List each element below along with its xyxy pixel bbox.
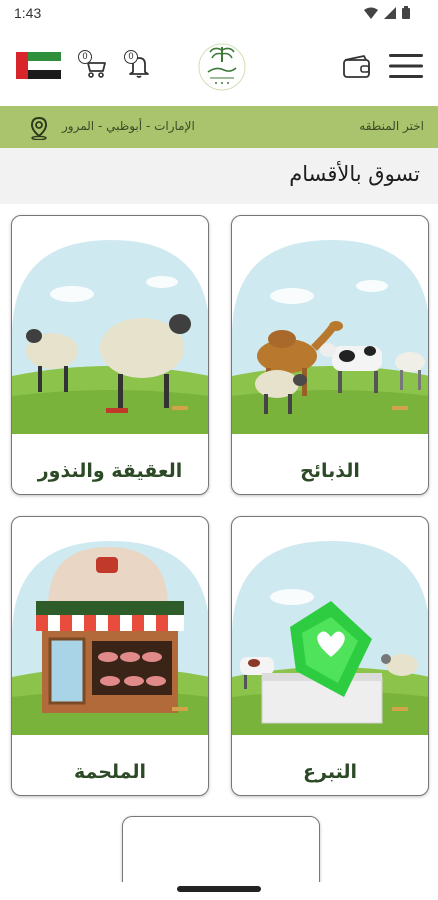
region-value: الإمارات - أبوظبي - المرور [62,119,195,133]
donation-box-image [232,541,428,735]
notification-badge: 0 [124,50,138,64]
sheep-image [12,240,208,434]
notifications-button[interactable]: 0 [124,50,154,80]
butcher-shop-image [12,541,208,735]
category-card-butcher[interactable]: الملحمة [11,516,209,796]
category-label: الذبائح [300,460,360,482]
category-label: الملحمة [73,761,147,783]
cart-badge: 0 [78,50,92,64]
uae-flag-icon[interactable] [16,52,61,79]
home-indicator[interactable] [177,886,261,892]
signal-icon [384,6,396,19]
location-pin-icon [30,116,48,140]
wifi-icon [364,7,378,19]
wallet-icon[interactable] [342,54,372,80]
region-select-label: اختر المنطقه [359,119,424,133]
category-card-slaughter[interactable]: الذبائح [231,215,429,495]
status-bar: 1:43 [0,0,438,28]
category-card-aqiqa[interactable]: العقيقة والنذور [11,215,209,495]
section-header: تسوق بالأقسام [0,148,438,204]
category-card-donation[interactable]: التبرع [231,516,429,796]
hamburger-menu-icon[interactable] [388,52,424,80]
category-label: التبرع [303,761,357,783]
slaughter-animals-image [232,240,428,434]
status-time: 1:43 [14,5,42,21]
section-title: تسوق بالأقسام [289,162,420,186]
region-selector[interactable]: الإمارات - أبوظبي - المرور اختر المنطقه [0,106,438,148]
cart-button[interactable]: 0 [78,50,108,80]
category-label: العقيقة والنذور [37,460,183,482]
status-icons [364,6,410,19]
halal-logo [198,43,246,91]
battery-icon [402,6,410,19]
